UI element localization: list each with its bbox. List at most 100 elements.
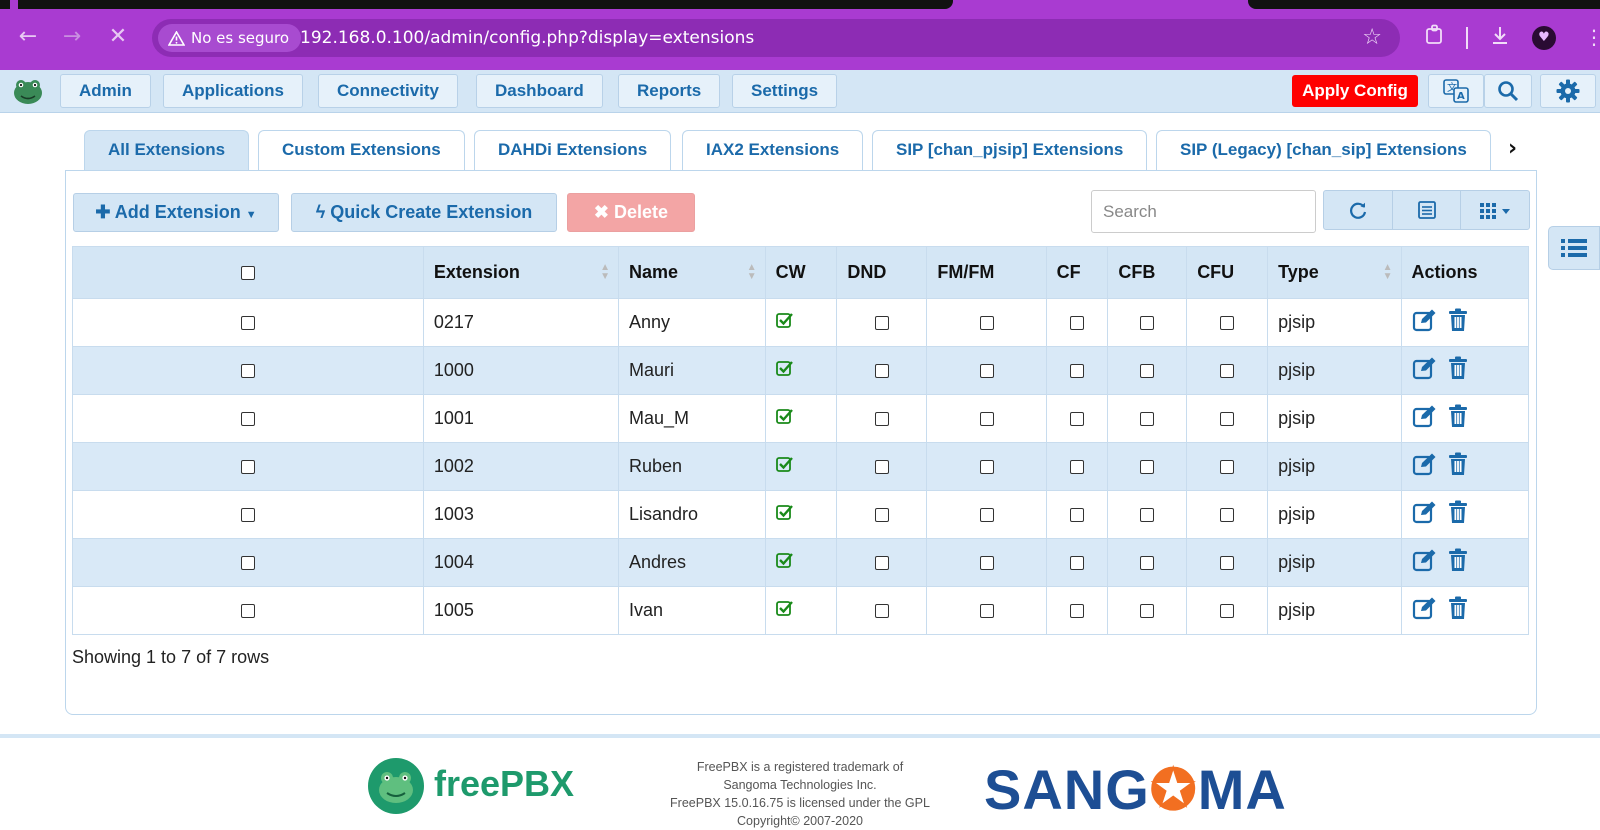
browser-menu-icon[interactable]: ⋮ [1584,24,1600,50]
cfu-checkbox[interactable] [1220,364,1235,379]
toggle-view-button[interactable] [1393,191,1462,229]
profile-avatar-icon[interactable]: ♥ [1532,26,1556,50]
trash-icon[interactable] [1448,308,1468,337]
cf-checkbox[interactable] [1069,316,1084,331]
freepbx-footer-logo[interactable]: freePBX [366,757,576,819]
stop-loading-icon[interactable]: ✕ [103,22,133,52]
apply-config-button[interactable]: Apply Config [1292,75,1418,107]
column-header-extension[interactable]: Extension ▲ ▼ [422,246,619,299]
edit-icon[interactable] [1412,548,1438,577]
checked-box-icon[interactable] [775,552,793,572]
cfb-checkbox[interactable] [1140,412,1155,427]
tab-iax2-extensions[interactable]: IAX2 Extensions [682,130,864,170]
checked-box-icon[interactable] [775,408,793,428]
dnd-checkbox[interactable] [874,604,889,619]
row-select-checkbox[interactable] [240,316,255,331]
dnd-checkbox[interactable] [874,556,889,571]
cfu-checkbox[interactable] [1220,316,1235,331]
add-extension-button[interactable]: ✚ Add Extension ▼ [73,193,279,232]
chevron-right-icon[interactable]: › [1508,136,1517,161]
nav-dashboard[interactable]: Dashboard [476,74,603,108]
columns-button[interactable] [1461,191,1529,229]
fmfm-checkbox[interactable] [979,316,994,331]
checked-box-icon[interactable] [775,312,793,332]
nav-applications[interactable]: Applications [163,74,304,108]
checked-box-icon[interactable] [775,504,793,524]
language-button[interactable]: 文 A [1428,74,1484,108]
fmfm-checkbox[interactable] [979,364,994,379]
edit-icon[interactable] [1412,308,1438,337]
fmfm-checkbox[interactable] [979,412,994,427]
cfu-checkbox[interactable] [1220,460,1235,475]
cf-checkbox[interactable] [1069,364,1084,379]
trash-icon[interactable] [1448,452,1468,481]
row-select-checkbox[interactable] [240,364,255,379]
cfu-checkbox[interactable] [1220,508,1235,523]
bookmark-star-icon[interactable]: ☆ [1362,25,1382,51]
url-text[interactable]: 192.168.0.100/admin/config.php?display=e… [300,19,754,57]
search-button[interactable] [1484,74,1532,108]
cf-checkbox[interactable] [1069,412,1084,427]
tab-custom-extensions[interactable]: Custom Extensions [258,130,465,170]
nav-connectivity[interactable]: Connectivity [318,74,459,108]
dnd-checkbox[interactable] [874,460,889,475]
edit-icon[interactable] [1412,500,1438,529]
select-all-checkbox[interactable] [240,266,255,281]
cf-checkbox[interactable] [1069,460,1084,475]
dnd-checkbox[interactable] [874,316,889,331]
trash-icon[interactable] [1448,548,1468,577]
cfb-checkbox[interactable] [1140,460,1155,475]
cf-checkbox[interactable] [1069,556,1084,571]
edit-icon[interactable] [1412,404,1438,433]
freepbx-frog-logo[interactable] [12,76,44,106]
dnd-checkbox[interactable] [874,412,889,427]
cf-checkbox[interactable] [1069,508,1084,523]
search-input[interactable] [1091,190,1316,233]
checked-box-icon[interactable] [775,600,793,620]
cfb-checkbox[interactable] [1140,604,1155,619]
tab-sip-legacy-extensions[interactable]: SIP (Legacy) [chan_sip] Extensions [1156,130,1491,170]
trash-icon[interactable] [1448,404,1468,433]
tab-dahdi-extensions[interactable]: DAHDi Extensions [474,130,672,170]
extensions-puzzle-icon[interactable] [1424,24,1446,52]
fmfm-checkbox[interactable] [979,460,994,475]
nav-settings[interactable]: Settings [732,74,838,108]
fmfm-checkbox[interactable] [979,604,994,619]
row-select-checkbox[interactable] [240,412,255,427]
settings-button[interactable] [1540,74,1596,108]
column-header-name[interactable]: Name ▲ ▼ [617,246,766,299]
fmfm-checkbox[interactable] [979,508,994,523]
fmfm-checkbox[interactable] [979,556,994,571]
cfb-checkbox[interactable] [1140,556,1155,571]
cfb-checkbox[interactable] [1140,364,1155,379]
cfu-checkbox[interactable] [1220,604,1235,619]
nav-reports[interactable]: Reports [618,74,721,108]
side-menu-toggle[interactable] [1548,226,1600,270]
back-icon[interactable]: ← [13,22,43,52]
download-icon[interactable] [1489,24,1511,52]
dnd-checkbox[interactable] [874,364,889,379]
cfb-checkbox[interactable] [1140,508,1155,523]
row-select-checkbox[interactable] [240,460,255,475]
trash-icon[interactable] [1448,596,1468,625]
trash-icon[interactable] [1448,500,1468,529]
sangoma-footer-logo[interactable]: SANG✪MA [984,760,1287,820]
row-select-checkbox[interactable] [240,556,255,571]
row-select-checkbox[interactable] [240,508,255,523]
cfu-checkbox[interactable] [1220,556,1235,571]
quick-create-extension-button[interactable]: ϟ Quick Create Extension [291,193,557,232]
edit-icon[interactable] [1412,452,1438,481]
nav-admin[interactable]: Admin [60,74,151,108]
refresh-button[interactable] [1324,191,1393,229]
checked-box-icon[interactable] [775,360,793,380]
delete-button[interactable]: ✖ Delete [567,193,695,232]
address-bar[interactable]: No es seguro 192.168.0.100/admin/config.… [152,19,1400,57]
forward-icon[interactable]: → [57,22,87,52]
dnd-checkbox[interactable] [874,508,889,523]
trash-icon[interactable] [1448,356,1468,385]
checked-box-icon[interactable] [775,456,793,476]
cfu-checkbox[interactable] [1220,412,1235,427]
row-select-checkbox[interactable] [240,604,255,619]
column-header-type[interactable]: Type ▲ ▼ [1267,246,1402,299]
tab-all-extensions[interactable]: All Extensions [84,130,250,170]
